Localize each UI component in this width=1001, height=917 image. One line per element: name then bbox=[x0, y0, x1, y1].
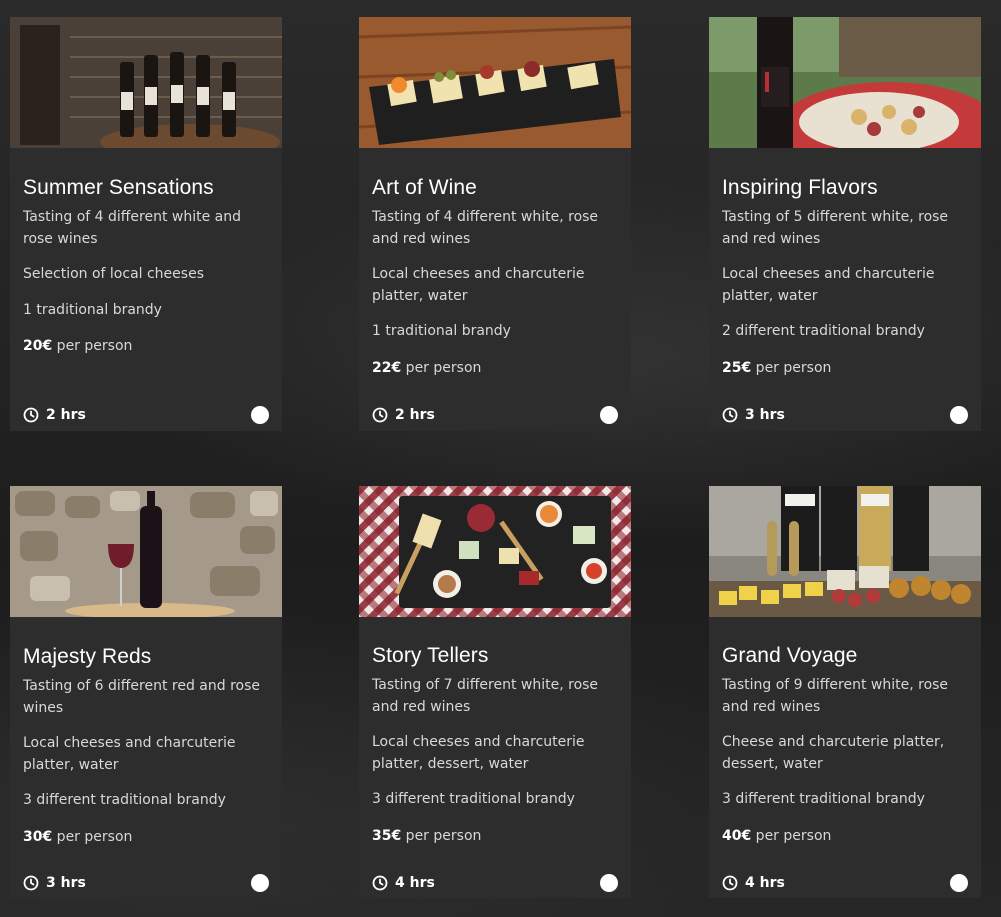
price-suffix: per person bbox=[52, 338, 133, 354]
card-price: 25€ per person bbox=[722, 358, 968, 379]
card-brandy-line: 3 different traditional brandy bbox=[722, 791, 925, 807]
card-price: 20€ per person bbox=[23, 336, 269, 357]
price-amount: 40€ bbox=[722, 827, 752, 844]
card-wines-line: Tasting of 5 different white, rose and r… bbox=[722, 209, 949, 247]
card-wines-line: Tasting of 7 different white, rose and r… bbox=[372, 677, 599, 715]
clock-icon bbox=[23, 875, 39, 891]
select-radio[interactable] bbox=[600, 874, 618, 892]
card-duration: 2 hrs bbox=[23, 407, 86, 423]
card-title: Summer Sensations bbox=[23, 176, 214, 199]
tasting-card-grand-voyage[interactable]: Grand Voyage Tasting of 9 different whit… bbox=[709, 486, 981, 898]
select-radio[interactable] bbox=[251, 406, 269, 424]
card-duration: 3 hrs bbox=[722, 407, 785, 423]
price-amount: 25€ bbox=[722, 359, 752, 376]
bottles-cheese-crackers-photo bbox=[709, 486, 981, 617]
card-food-line: Local cheeses and charcuterie platter, w… bbox=[722, 266, 935, 304]
card-price: 22€ per person bbox=[372, 358, 618, 379]
clock-icon bbox=[722, 875, 738, 891]
duration-label: 2 hrs bbox=[46, 407, 86, 423]
card-wines-line: Tasting of 9 different white, rose and r… bbox=[722, 677, 949, 715]
tasting-card-story-tellers[interactable]: Story Tellers Tasting of 7 different whi… bbox=[359, 486, 631, 898]
card-title: Majesty Reds bbox=[23, 645, 152, 668]
clock-icon bbox=[372, 407, 388, 423]
price-suffix: per person bbox=[401, 359, 482, 376]
select-radio[interactable] bbox=[600, 406, 618, 424]
card-food-line: Selection of local cheeses bbox=[23, 266, 204, 282]
duration-label: 4 hrs bbox=[395, 875, 435, 891]
price-amount: 20€ bbox=[23, 338, 53, 354]
price-suffix: per person bbox=[52, 828, 133, 845]
card-brandy-line: 2 different traditional brandy bbox=[722, 323, 925, 339]
price-amount: 35€ bbox=[372, 827, 402, 844]
clock-icon bbox=[372, 875, 388, 891]
select-radio[interactable] bbox=[251, 874, 269, 892]
duration-label: 4 hrs bbox=[745, 875, 785, 891]
card-title: Art of Wine bbox=[372, 176, 477, 199]
slate-appetizer-board-photo bbox=[359, 17, 631, 148]
price-amount: 30€ bbox=[23, 828, 53, 845]
clock-icon bbox=[722, 407, 738, 423]
duration-label: 3 hrs bbox=[46, 875, 86, 891]
card-food-line: Local cheeses and charcuterie platter, d… bbox=[372, 734, 585, 772]
price-suffix: per person bbox=[751, 827, 832, 844]
clock-icon bbox=[23, 407, 39, 423]
card-wines-line: Tasting of 4 different white, rose and r… bbox=[372, 209, 599, 247]
card-wines-line: Tasting of 4 different white and rose wi… bbox=[23, 209, 242, 247]
card-title: Story Tellers bbox=[372, 644, 489, 667]
card-food-line: Local cheeses and charcuterie platter, w… bbox=[23, 735, 236, 773]
select-radio[interactable] bbox=[950, 406, 968, 424]
duration-label: 2 hrs bbox=[395, 407, 435, 423]
checkered-cloth-platter-photo bbox=[359, 486, 631, 617]
red-wine-stone-wall-photo bbox=[10, 486, 282, 617]
tasting-card-inspiring-flavors[interactable]: Inspiring Flavors Tasting of 5 different… bbox=[709, 17, 981, 431]
card-title: Grand Voyage bbox=[722, 644, 858, 667]
card-duration: 3 hrs bbox=[23, 875, 86, 891]
card-title: Inspiring Flavors bbox=[722, 176, 878, 199]
card-price: 30€ per person bbox=[23, 827, 269, 848]
price-suffix: per person bbox=[401, 827, 482, 844]
card-brandy-line: 1 traditional brandy bbox=[372, 323, 511, 339]
tasting-card-summer-sensations[interactable]: Summer Sensations Tasting of 4 different… bbox=[10, 17, 282, 431]
card-food-line: Local cheeses and charcuterie platter, w… bbox=[372, 266, 585, 304]
select-radio[interactable] bbox=[950, 874, 968, 892]
price-suffix: per person bbox=[751, 359, 832, 376]
wine-cellar-bottles-photo bbox=[10, 17, 282, 148]
card-duration: 2 hrs bbox=[372, 407, 435, 423]
duration-label: 3 hrs bbox=[745, 407, 785, 423]
card-brandy-line: 3 different traditional brandy bbox=[372, 791, 575, 807]
card-wines-line: Tasting of 6 different red and rose wine… bbox=[23, 678, 261, 716]
tasting-card-art-of-wine[interactable]: Art of Wine Tasting of 4 different white… bbox=[359, 17, 631, 431]
card-price: 35€ per person bbox=[372, 826, 618, 847]
card-price: 40€ per person bbox=[722, 826, 968, 847]
card-duration: 4 hrs bbox=[722, 875, 785, 891]
card-brandy-line: 1 traditional brandy bbox=[23, 301, 162, 318]
price-amount: 22€ bbox=[372, 359, 402, 376]
outdoor-wine-platter-photo bbox=[709, 17, 981, 148]
tasting-card-majesty-reds[interactable]: Majesty Reds Tasting of 6 different red … bbox=[10, 486, 282, 898]
card-duration: 4 hrs bbox=[372, 875, 435, 891]
card-food-line: Cheese and charcuterie platter, dessert,… bbox=[722, 734, 945, 772]
card-brandy-line: 3 different traditional brandy bbox=[23, 792, 226, 808]
